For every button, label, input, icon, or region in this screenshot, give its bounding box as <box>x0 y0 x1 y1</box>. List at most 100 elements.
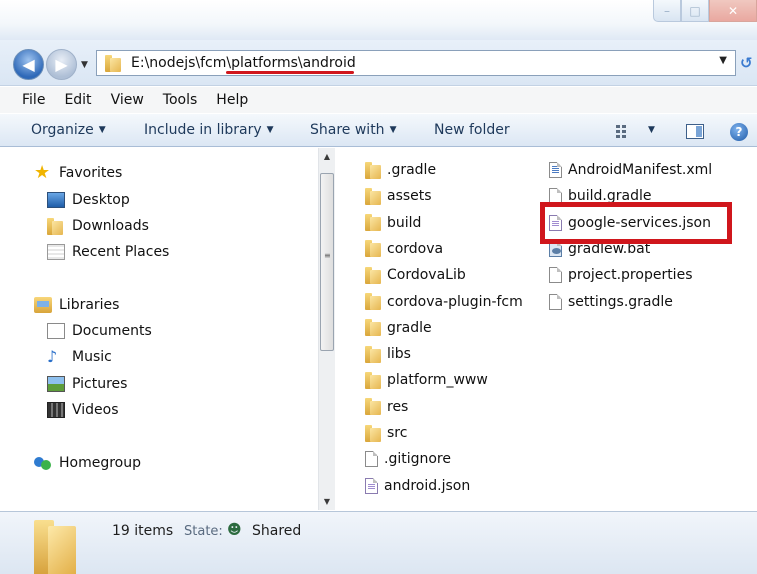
maximize-icon: □ <box>689 3 701 18</box>
minimize-button[interactable]: – <box>653 0 681 22</box>
file-name: platform_www <box>387 372 488 389</box>
file-name: settings.gradle <box>568 293 673 310</box>
nav-downloads-label: Downloads <box>72 218 149 234</box>
folder-icon <box>365 187 381 205</box>
nav-libraries[interactable]: Libraries <box>34 297 119 313</box>
menu-tools[interactable]: Tools <box>163 92 198 108</box>
star-icon: ★ <box>34 162 51 183</box>
window-controls: – □ ✕ <box>653 0 757 26</box>
state-label: State: <box>184 524 223 539</box>
file-item[interactable]: gradle <box>365 318 432 338</box>
include-in-library-button[interactable]: Include in library ▼ <box>144 122 274 138</box>
nav-music[interactable]: ♪ Music <box>47 349 112 366</box>
folder-icon <box>365 398 381 416</box>
refresh-icon[interactable]: ↺ <box>740 54 753 72</box>
forward-button[interactable]: ▶ <box>46 49 77 80</box>
nav-favorites[interactable]: ★ Favorites <box>34 162 123 183</box>
downloads-folder-icon <box>47 218 65 235</box>
folder-icon <box>365 371 381 389</box>
file-name: .gitignore <box>384 451 451 468</box>
navigation-pane: ★ Favorites Desktop Downloads Recent Pla… <box>0 148 318 510</box>
folder-icon <box>365 319 381 337</box>
file-name: libs <box>387 346 411 363</box>
view-options-icon[interactable] <box>615 124 633 138</box>
close-button[interactable]: ✕ <box>709 0 757 22</box>
chevron-down-icon: ▼ <box>266 125 274 135</box>
file-icon <box>365 451 378 468</box>
menu-edit[interactable]: Edit <box>64 92 91 108</box>
file-name: build <box>387 214 422 231</box>
menu-bar: File Edit View Tools Help <box>0 87 757 113</box>
file-item[interactable]: platform_www <box>365 370 488 390</box>
json-file-icon <box>365 477 378 494</box>
homegroup-icon <box>34 455 52 471</box>
nav-recent-places[interactable]: Recent Places <box>47 244 169 260</box>
nav-pictures[interactable]: Pictures <box>47 376 127 392</box>
nav-scrollbar[interactable]: ▲ ≡ ▼ <box>318 148 335 510</box>
nav-documents[interactable]: Documents <box>47 323 152 339</box>
scroll-up-icon[interactable]: ▲ <box>319 152 335 161</box>
folder-icon <box>365 424 381 442</box>
organize-button[interactable]: Organize ▼ <box>31 122 106 138</box>
file-item[interactable]: settings.gradle <box>549 292 673 312</box>
address-path[interactable]: E:\nodejs\fcm\platforms\android <box>131 55 356 71</box>
desktop-icon <box>47 192 65 208</box>
command-bar: Organize ▼ Include in library ▼ Share with… <box>0 113 757 147</box>
share-with-button[interactable]: Share with ▼ <box>310 122 396 138</box>
file-name: project.properties <box>568 267 693 284</box>
nav-favorites-label: Favorites <box>59 165 123 181</box>
file-name: gradle <box>387 319 432 336</box>
file-item[interactable]: build <box>365 213 421 233</box>
menu-file[interactable]: File <box>22 92 45 108</box>
scroll-down-icon[interactable]: ▼ <box>319 497 335 506</box>
file-icon <box>549 267 562 284</box>
file-item[interactable]: src <box>365 423 407 443</box>
folder-icon <box>365 214 381 232</box>
file-item[interactable]: android.json <box>365 476 470 496</box>
nav-desktop[interactable]: Desktop <box>47 192 130 208</box>
status-bar: 19 items State: ☻ Shared <box>0 511 757 574</box>
scroll-thumb[interactable]: ≡ <box>320 173 334 351</box>
folder-large-icon <box>34 520 76 574</box>
file-name: cordova <box>387 240 444 257</box>
back-arrow-icon: ◀ <box>22 55 35 74</box>
folder-icon <box>365 293 381 310</box>
organize-label: Organize <box>31 122 94 138</box>
address-bar[interactable]: E:\nodejs\fcm\platforms\android ▼ <box>96 50 736 76</box>
chevron-down-icon: ▼ <box>98 125 106 135</box>
back-button[interactable]: ◀ <box>13 49 44 80</box>
title-bar: – □ ✕ <box>0 0 757 40</box>
file-item[interactable]: project.properties <box>549 265 692 285</box>
file-name: CordovaLib <box>387 267 466 284</box>
nav-homegroup[interactable]: Homegroup <box>34 455 141 471</box>
file-item[interactable]: .gitignore <box>365 449 451 469</box>
file-highlight-box <box>540 202 732 244</box>
help-icon[interactable]: ? <box>730 123 748 141</box>
nav-libraries-label: Libraries <box>59 297 120 313</box>
forward-arrow-icon: ▶ <box>55 55 68 74</box>
menu-help[interactable]: Help <box>216 92 248 108</box>
file-item[interactable]: cordova <box>365 239 443 259</box>
maximize-button[interactable]: □ <box>681 0 709 22</box>
shared-users-icon: ☻ <box>227 522 242 538</box>
file-item[interactable]: AndroidManifest.xml <box>549 160 712 180</box>
preview-pane-icon[interactable] <box>686 124 704 139</box>
chevron-down-icon: ▼ <box>389 125 397 135</box>
file-item[interactable]: res <box>365 397 408 417</box>
nav-videos[interactable]: Videos <box>47 402 119 418</box>
file-item[interactable]: libs <box>365 344 411 364</box>
file-name: cordova-plugin-fcm <box>387 293 523 310</box>
nav-downloads[interactable]: Downloads <box>47 218 149 235</box>
nav-music-label: Music <box>72 349 112 365</box>
recent-pages-dropdown[interactable]: ▼ <box>81 60 88 70</box>
address-dropdown-icon[interactable]: ▼ <box>719 55 727 66</box>
file-item[interactable]: CordovaLib <box>365 265 466 285</box>
nav-desktop-label: Desktop <box>72 192 130 208</box>
new-folder-button[interactable]: New folder <box>434 122 510 138</box>
recent-places-icon <box>47 244 65 260</box>
file-item[interactable]: cordova-plugin-fcm <box>365 292 523 312</box>
file-item[interactable]: .gradle <box>365 160 436 180</box>
view-dropdown-icon[interactable]: ▼ <box>648 125 655 135</box>
file-item[interactable]: assets <box>365 186 432 206</box>
menu-view[interactable]: View <box>111 92 144 108</box>
